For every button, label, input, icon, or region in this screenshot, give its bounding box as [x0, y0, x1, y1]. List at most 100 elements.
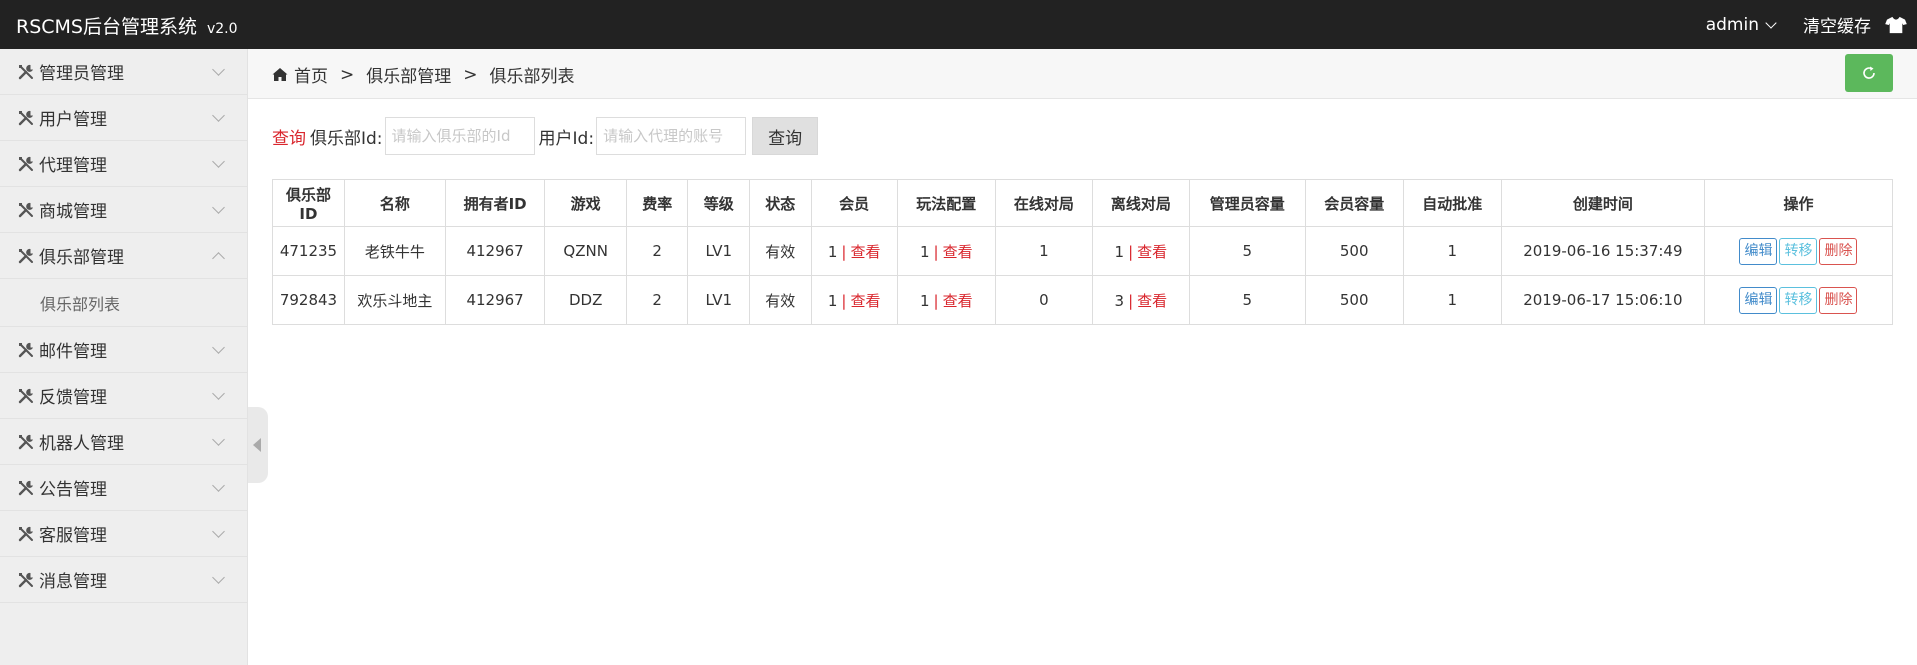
chevron-down-icon: [212, 341, 225, 354]
view-link[interactable]: 查看: [1137, 292, 1167, 310]
user-id-label: 用户Id:: [538, 128, 595, 149]
sidebar-item-label: 公告管理: [39, 480, 107, 500]
sidebar-item[interactable]: 机器人管理: [0, 419, 247, 465]
cell-members-count: 1: [827, 291, 838, 310]
user-name: admin: [1705, 14, 1759, 35]
breadcrumb-home[interactable]: 首页: [294, 62, 328, 87]
cell-offline-count: 3: [1114, 291, 1125, 310]
edit-button[interactable]: 编辑: [1739, 286, 1778, 314]
column-header: 玩法配置: [896, 179, 996, 227]
column-header: 俱乐部ID: [272, 179, 345, 227]
sidebar-item[interactable]: 反馈管理: [0, 373, 247, 419]
column-header: 名称: [343, 179, 446, 227]
sidebar-item-label: 管理员管理: [39, 64, 124, 84]
view-link[interactable]: 查看: [850, 243, 880, 261]
chevron-down-icon: [212, 387, 225, 400]
column-header: 游戏: [544, 179, 627, 227]
user-menu[interactable]: admin: [1692, 15, 1789, 35]
view-link[interactable]: 查看: [943, 292, 973, 310]
view-link[interactable]: 查看: [943, 243, 973, 261]
column-header: 状态: [749, 179, 812, 227]
breadcrumb-club-manage[interactable]: 俱乐部管理: [366, 62, 451, 87]
brand-name: RSCMS后台管理系统: [16, 16, 197, 38]
delete-button[interactable]: 删除: [1819, 286, 1858, 314]
chevron-down-icon: [212, 109, 225, 122]
transfer-button[interactable]: 转移: [1779, 237, 1818, 265]
brand-version: v2.0: [206, 21, 238, 37]
view-link[interactable]: 查看: [1137, 243, 1167, 261]
cell-actions: 编辑 转移 删除: [1703, 226, 1894, 276]
chevron-down-icon: [1765, 16, 1777, 29]
column-header: 在线对局: [994, 179, 1093, 227]
sidebar-item-label: 俱乐部管理: [39, 248, 124, 268]
sidebar-item[interactable]: 商城管理: [0, 187, 247, 233]
cell-offline-count: 1: [1114, 242, 1125, 261]
home-icon: [272, 68, 288, 81]
brand[interactable]: RSCMS后台管理系统 v2.0: [16, 12, 238, 39]
cell-config-count: 1: [919, 242, 930, 261]
pipe-separator: |: [933, 242, 939, 261]
cell-owner: 412967: [444, 275, 546, 325]
sidebar-subitem[interactable]: 俱乐部列表: [0, 279, 247, 327]
cell-id: 471235: [272, 226, 345, 276]
column-header: 费率: [625, 179, 689, 227]
sidebar-item[interactable]: 客服管理: [0, 511, 247, 557]
table-row: 792843 欢乐斗地主 412967 DDZ 2 LV1 有效 1 | 查看 1 | 查看 0 3 | 查看 5…: [272, 275, 1894, 325]
shirt-icon[interactable]: [1885, 16, 1907, 34]
edit-button[interactable]: 编辑: [1739, 237, 1778, 265]
column-header: 自动批准: [1402, 179, 1502, 227]
delete-button[interactable]: 删除: [1819, 237, 1858, 265]
breadcrumb-separator: >: [340, 64, 355, 85]
cell-owner: 412967: [444, 226, 546, 276]
sidebar-collapse-toggle[interactable]: [248, 407, 268, 483]
cell-name: 欢乐斗地主: [343, 275, 446, 325]
chevron-down-icon: [212, 201, 225, 214]
cell-members: 1 | 查看: [810, 226, 898, 276]
cell-members-count: 1: [827, 242, 838, 261]
sidebar-item[interactable]: 用户管理: [0, 95, 247, 141]
cell-created: 2019-06-16 15:37:49: [1500, 226, 1705, 276]
sidebar-item[interactable]: 公告管理: [0, 465, 247, 511]
cell-created: 2019-06-17 15:06:10: [1500, 275, 1705, 325]
cell-actions: 编辑 转移 删除: [1703, 275, 1894, 325]
column-header: 创建时间: [1500, 179, 1705, 227]
cell-game: QZNN: [544, 226, 627, 276]
cell-member-cap: 500: [1304, 226, 1404, 276]
cell-admin-cap: 5: [1188, 275, 1306, 325]
chevron-down-icon: [212, 433, 225, 446]
wrench-screwdriver-icon: [17, 201, 35, 219]
cell-offline: 1 | 查看: [1091, 226, 1190, 276]
breadcrumb-club-list: 俱乐部列表: [489, 67, 575, 87]
wrench-screwdriver-icon: [17, 479, 35, 497]
cell-offline: 3 | 查看: [1091, 275, 1190, 325]
pipe-separator: |: [1128, 291, 1134, 310]
sidebar: 管理员管理用户管理代理管理商城管理俱乐部管理俱乐部列表 邮件管理 反馈管理 机器人管理…: [0, 49, 248, 665]
view-link[interactable]: 查看: [850, 292, 880, 310]
user-id-input[interactable]: [596, 117, 747, 155]
column-header: 管理员容量: [1188, 179, 1306, 227]
sidebar-item[interactable]: 管理员管理: [0, 49, 247, 95]
cell-rate: 2: [625, 226, 689, 276]
sidebar-item-label: 客服管理: [39, 526, 107, 546]
club-id-input[interactable]: [384, 117, 535, 155]
search-form: 查询 俱乐部Id: 用户Id: 查询: [272, 117, 819, 155]
refresh-button[interactable]: [1845, 54, 1893, 92]
clear-cache-link[interactable]: 清空缓存: [1789, 12, 1885, 37]
transfer-button[interactable]: 转移: [1779, 286, 1818, 314]
sidebar-item[interactable]: 俱乐部管理: [0, 233, 247, 279]
club-id-label: 俱乐部Id:: [310, 128, 383, 149]
column-header: 操作: [1703, 179, 1894, 227]
column-header: 离线对局: [1091, 179, 1190, 227]
sidebar-item[interactable]: 代理管理: [0, 141, 247, 187]
cell-name: 老铁牛牛: [343, 226, 446, 276]
column-header: 会员容量: [1304, 179, 1404, 227]
sidebar-item-label: 代理管理: [39, 156, 107, 176]
cell-member-cap: 500: [1304, 275, 1404, 325]
sidebar-item[interactable]: 消息管理: [0, 557, 247, 603]
search-button[interactable]: 查询: [752, 117, 819, 155]
sidebar-item-label: 消息管理: [39, 572, 107, 592]
refresh-icon: [1863, 66, 1875, 79]
chevron-up-icon: [212, 252, 225, 265]
sidebar-item[interactable]: 邮件管理: [0, 327, 247, 373]
wrench-screwdriver-icon: [17, 341, 35, 359]
